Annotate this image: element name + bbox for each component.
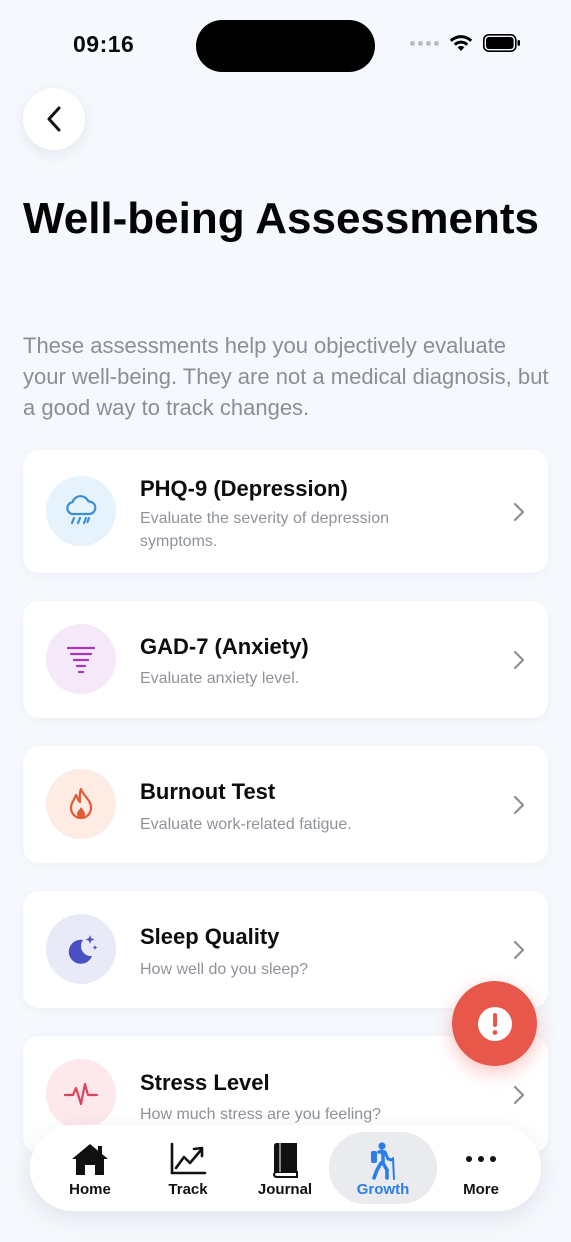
assessment-icon-badge [46,769,116,839]
chevron-right-icon [513,650,525,670]
chevron-right-icon [513,502,525,522]
chevron-left-icon [47,106,61,132]
tab-more[interactable]: More [427,1132,535,1204]
status-time: 09:16 [73,31,135,57]
rain-cloud-icon [66,495,97,525]
tab-label: Growth [356,1181,410,1198]
assessment-title: Burnout Test [140,779,276,804]
chevron-right-icon [513,940,525,960]
page-description: These assessments help you objectively e… [23,333,549,420]
assessment-subtitle: How much stress are you feeling? [140,1106,381,1123]
assessment-icon-badge [46,624,116,694]
assessment-card-phq9[interactable]: PHQ-9 (Depression) Evaluate the severity… [23,450,548,573]
cellular-signal-icon [410,40,439,46]
assessment-icon-badge [46,1059,116,1129]
assessment-icon-badge [46,914,116,984]
tab-label: Home [69,1181,111,1198]
book-icon [272,1142,298,1178]
tab-label: Journal [257,1181,313,1198]
tab-home[interactable]: Home [36,1132,144,1204]
trend-chart-icon [170,1142,207,1175]
ellipsis-icon [466,1156,496,1162]
assessment-title: Stress Level [140,1070,270,1095]
assessment-title: PHQ-9 (Depression) [140,476,348,501]
dynamic-island [196,20,375,72]
assessment-icon-badge [46,476,116,546]
assessment-title: GAD-7 (Anxiety) [140,634,309,659]
bottom-tab-bar: Home Track Journal Growth More [30,1125,541,1211]
status-icons [410,34,521,52]
assessment-subtitle: Evaluate the severity of depression symp… [140,510,390,550]
tab-label: More [463,1181,499,1198]
wifi-icon [449,35,473,51]
assessment-card-burnout[interactable]: Burnout Test Evaluate work-related fatig… [23,746,548,863]
chevron-right-icon [513,795,525,815]
flame-icon [69,787,93,820]
screen: 09:16 Well-being Assessments These asses… [0,0,571,1242]
assessment-subtitle: How well do you sleep? [140,961,309,978]
tab-track[interactable]: Track [134,1132,242,1204]
alert-fab-button[interactable] [452,981,537,1066]
moon-stars-icon [68,935,98,964]
tornado-icon [66,646,96,674]
chevron-right-icon [513,1085,525,1105]
alert-exclamation-icon [477,1006,512,1041]
back-button[interactable] [23,88,85,150]
assessment-card-gad7[interactable]: GAD-7 (Anxiety) Evaluate anxiety level. [23,601,548,718]
assessment-subtitle: Evaluate anxiety level. [140,670,300,687]
tab-growth[interactable]: Growth [329,1132,437,1204]
assessment-title: Sleep Quality [140,924,280,949]
tab-journal[interactable]: Journal [231,1132,339,1204]
assessment-subtitle: Evaluate work-related fatigue. [140,816,352,833]
tab-label: Track [168,1181,208,1198]
battery-icon [483,34,520,52]
hiker-icon [371,1142,395,1180]
page-title: Well-being Assessments [23,194,539,243]
heartbeat-icon [63,1082,99,1106]
house-icon [72,1144,108,1175]
